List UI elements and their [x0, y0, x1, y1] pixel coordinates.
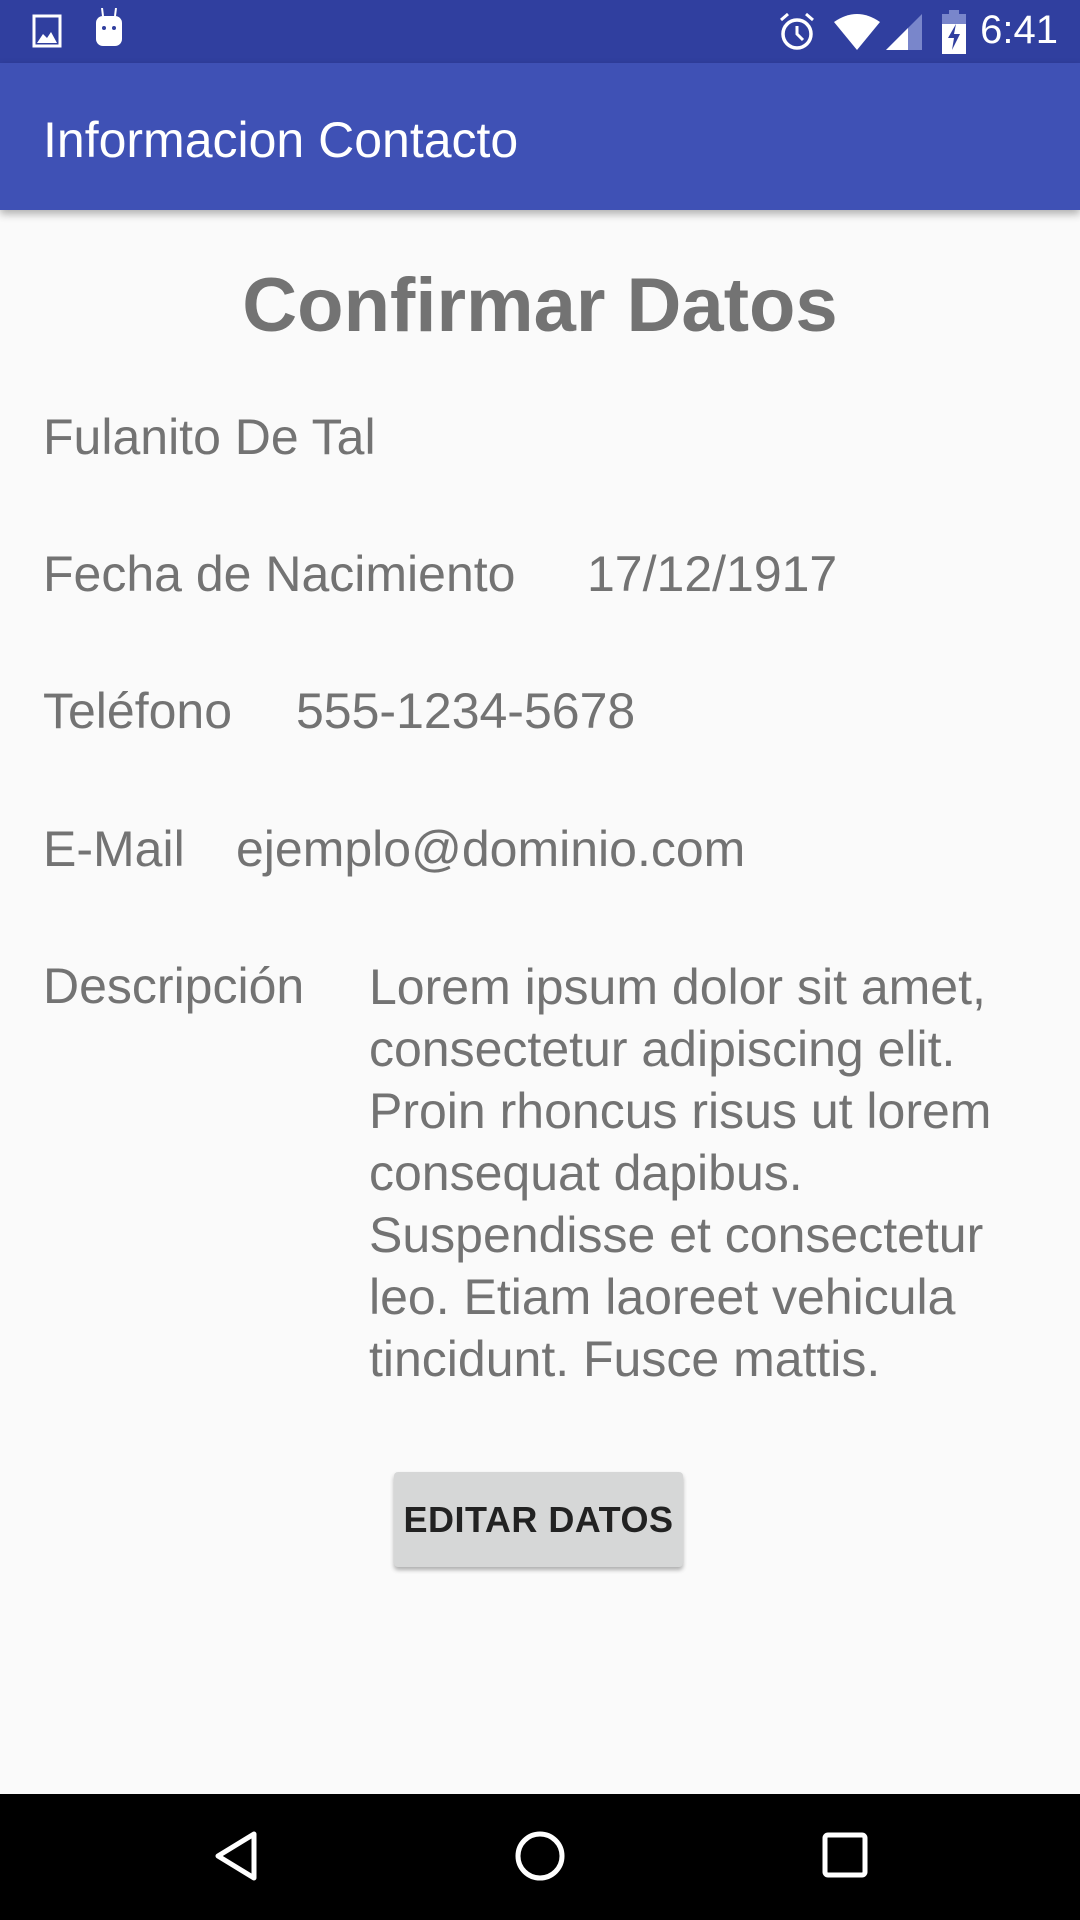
- email-value: ejemplo@dominio.com: [236, 821, 746, 877]
- home-icon[interactable]: [514, 1830, 566, 1882]
- battery-charging-icon: [942, 10, 966, 54]
- page-title: Confirmar Datos: [242, 263, 838, 348]
- phone-value: 555-1234-5678: [296, 683, 636, 739]
- back-icon[interactable]: [212, 1830, 260, 1882]
- contact-name: Fulanito De Tal: [43, 409, 376, 465]
- signal-icon: [886, 14, 922, 50]
- image-icon: [32, 14, 62, 48]
- phone-label: Teléfono: [43, 683, 233, 739]
- description-label: Descripción: [43, 958, 305, 1014]
- email-label: E-Mail: [43, 821, 185, 877]
- edit-data-button[interactable]: EDITAR DATOS: [394, 1472, 683, 1567]
- recents-icon[interactable]: [822, 1832, 868, 1878]
- alarm-icon: [780, 12, 814, 50]
- app-title: Informacion Contacto: [43, 112, 519, 168]
- clock: 6:41: [980, 8, 1058, 52]
- description-value: Lorem ipsum dolor sit amet, consectetur …: [369, 959, 992, 1387]
- birthdate-value: 17/12/1917: [587, 546, 838, 602]
- app-bar: Informacion Contacto: [0, 63, 1080, 210]
- status-bar: 6:41: [0, 0, 1080, 63]
- navigation-bar: [0, 1794, 1080, 1920]
- android-icon: [96, 8, 122, 46]
- wifi-icon: [834, 14, 880, 50]
- birthdate-label: Fecha de Nacimiento: [43, 546, 516, 602]
